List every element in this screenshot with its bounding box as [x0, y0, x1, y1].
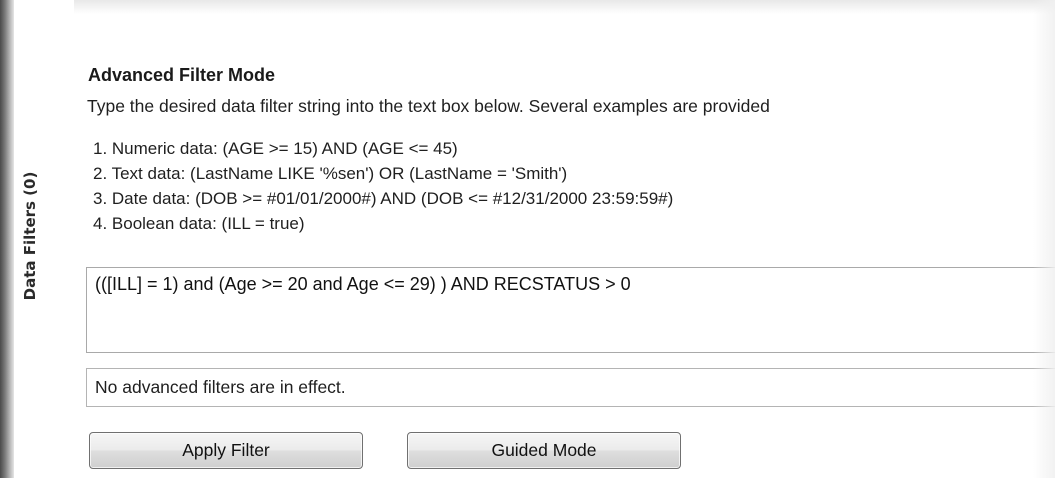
advanced-filter-window: Data Filters (0) Advanced Filter Mode Ty…: [0, 0, 1055, 478]
top-edge: [0, 0, 1055, 14]
data-filters-tab-label: Data Filters (0): [21, 171, 39, 301]
example-date: 3. Date data: (DOB >= #01/01/2000#) AND …: [93, 189, 674, 208]
example-numeric: 1. Numeric data: (AGE >= 15) AND (AGE <=…: [93, 139, 458, 158]
filter-string-input[interactable]: (([ILL] = 1) and (Age >= 20 and Age <= 2…: [86, 267, 1055, 353]
examples-list: 1. Numeric data: (AGE >= 15) AND (AGE <=…: [93, 136, 673, 236]
sidebar-rail: [0, 0, 14, 478]
data-filters-tab[interactable]: Data Filters (0): [14, 0, 70, 478]
example-boolean: 4. Boolean data: (ILL = true): [93, 214, 305, 233]
sidebar: Data Filters (0): [0, 0, 74, 478]
guided-mode-button[interactable]: Guided Mode: [407, 432, 681, 469]
filter-status-field: No advanced filters are in effect.: [86, 368, 1055, 407]
instructions-text: Type the desired data filter string into…: [87, 96, 770, 116]
example-text: 2. Text data: (LastName LIKE '%sen') OR …: [93, 164, 568, 183]
apply-filter-button[interactable]: Apply Filter: [89, 432, 363, 469]
panel-title: Advanced Filter Mode: [88, 65, 276, 85]
